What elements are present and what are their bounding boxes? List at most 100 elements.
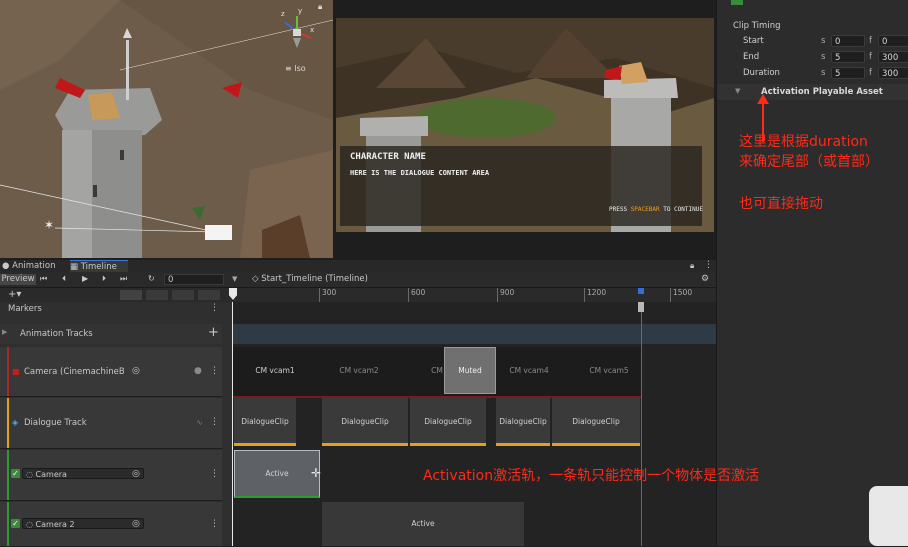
- markers-row[interactable]: Markers ⋮: [0, 302, 222, 318]
- dialogue-track-icon: ◈: [12, 418, 19, 427]
- tab-menu-icon[interactable]: ⋮: [704, 260, 713, 270]
- duration-s-label: s: [821, 68, 826, 78]
- gameobject-icon: ◌: [26, 520, 33, 529]
- activation-asset-label: Activation Playable Asset: [761, 87, 883, 97]
- activation-track-note: Activation激活轨，一条轨只能控制一个物体是否激活: [423, 468, 760, 484]
- game-view[interactable]: CHARACTER NAME HERE IS THE DIALOGUE CONT…: [336, 18, 714, 232]
- track-color-bar: [7, 450, 9, 500]
- track-menu-icon[interactable]: ⋮: [210, 417, 219, 427]
- add-track-to-group-button[interactable]: +: [208, 325, 219, 340]
- binding-target-icon[interactable]: ◎: [132, 519, 140, 529]
- binding-target-icon[interactable]: ◎: [132, 366, 140, 376]
- binding-target-icon[interactable]: ◎: [132, 469, 140, 479]
- cinemachine-clip[interactable]: CM vcam1: [240, 366, 310, 375]
- markers-label: Markers: [8, 304, 42, 314]
- end-seconds-field[interactable]: 5: [831, 51, 865, 63]
- scene-view[interactable]: z y x 🔒︎ ≡ Iso ✶: [0, 0, 333, 258]
- tab-lock-icon[interactable]: 🔒︎: [690, 261, 694, 271]
- dialogue-clip[interactable]: DialogueClip: [410, 398, 486, 446]
- lock-icon[interactable]: 🔒︎: [318, 2, 322, 12]
- track-label-camera: Camera: [35, 470, 67, 479]
- edit-mode-replace-icon[interactable]: [172, 290, 194, 300]
- track-header-camera-2[interactable]: ✓ ◌ Camera 2 ◎ ⋮: [0, 502, 222, 547]
- continue-suffix: TO CONTINUE: [663, 206, 703, 213]
- snap-icon[interactable]: [198, 290, 220, 300]
- cinemachine-clip[interactable]: CM vcam5: [578, 366, 640, 375]
- duration-seconds-field[interactable]: 5: [831, 67, 865, 79]
- goto-start-icon[interactable]: ⏮: [40, 274, 47, 284]
- track-header-camera[interactable]: ✓ ◌ Camera ◎ ⋮: [0, 450, 222, 501]
- animation-tracks-label: Animation Tracks: [20, 329, 93, 339]
- mute-eye-icon[interactable]: ●: [194, 366, 202, 376]
- end-frames-field[interactable]: 300: [878, 51, 908, 63]
- inspector-toggle[interactable]: [731, 0, 743, 5]
- tab-timeline-label: Timeline: [80, 262, 117, 272]
- timeline-settings-icon[interactable]: ⚙: [701, 274, 709, 284]
- dialogue-clip[interactable]: DialogueClip: [552, 398, 640, 446]
- animation-tab-icon: ●: [2, 261, 10, 271]
- preview-button[interactable]: Preview: [0, 274, 36, 285]
- loop-icon[interactable]: ↻: [148, 274, 155, 283]
- track-binding-camera-2[interactable]: ◌ Camera 2: [22, 518, 144, 529]
- cinemachine-clip[interactable]: CM vcam4: [498, 366, 560, 375]
- activation-checkbox[interactable]: ✓: [11, 519, 20, 528]
- video-overlay-logo: [869, 486, 908, 546]
- clip-duration-row: Duration s 5 f 300: [717, 67, 908, 82]
- muted-clip[interactable]: Muted: [444, 347, 496, 394]
- track-color-bar: [7, 502, 9, 546]
- tab-animation[interactable]: ● Animation: [2, 260, 66, 272]
- activation-clip-camera[interactable]: Active: [234, 450, 320, 498]
- tab-animation-label: Animation: [12, 261, 56, 271]
- markers-menu-icon[interactable]: ⋮: [210, 303, 219, 313]
- activation-clip-camera-2[interactable]: Active: [322, 502, 524, 546]
- activation-checkbox[interactable]: ✓: [11, 469, 20, 478]
- track-headers: Markers ⋮ ▶ Animation Tracks + ■ Camera …: [0, 302, 232, 547]
- start-seconds-field[interactable]: 0: [831, 35, 865, 47]
- dialogue-clip[interactable]: DialogueClip: [322, 398, 408, 446]
- play-icon[interactable]: ▶: [82, 274, 88, 283]
- add-track-icon[interactable]: +▾: [8, 289, 21, 300]
- end-marker-top: [638, 288, 644, 294]
- timeline-end-line[interactable]: [641, 302, 642, 546]
- dialogue-clip[interactable]: DialogueClip: [496, 398, 550, 446]
- axis-z-label: z: [281, 10, 285, 18]
- curves-icon[interactable]: ∿: [196, 418, 203, 427]
- timeline-asset-name[interactable]: ◇ Start_Timeline (Timeline): [252, 274, 368, 284]
- activation-asset-foldout[interactable]: ▼ Activation Playable Asset: [717, 84, 908, 100]
- goto-end-icon[interactable]: ⏭: [120, 274, 127, 284]
- animation-tracks-group[interactable]: ▶ Animation Tracks +: [0, 324, 222, 344]
- prev-frame-icon[interactable]: ⏴: [62, 274, 66, 284]
- continue-prefix: PRESS: [609, 206, 628, 213]
- playhead-line[interactable]: [232, 302, 233, 546]
- gameobject-icon: ◌: [26, 470, 33, 479]
- cinemachine-clip[interactable]: CM vcam2: [324, 366, 394, 375]
- track-header-cinemachine[interactable]: ■ Camera (CinemachineB ◎ ● ⋮: [0, 347, 222, 397]
- dialogue-clip[interactable]: DialogueClip: [234, 398, 296, 446]
- track-content-area[interactable]: CM vcam1 CM vcam2 CM Muted CM vcam4 CM v…: [232, 302, 716, 546]
- duration-frames-field[interactable]: 300: [878, 67, 908, 79]
- track-menu-icon[interactable]: ⋮: [210, 366, 219, 376]
- group-foldout-icon[interactable]: ▶: [2, 328, 7, 336]
- foldout-arrow-icon[interactable]: ▼: [735, 87, 740, 95]
- start-frames-field[interactable]: 0: [878, 35, 908, 47]
- asset-dropdown-icon[interactable]: ▼: [232, 275, 237, 283]
- frame-input[interactable]: 0: [164, 274, 224, 285]
- resize-cursor-icon: ✛: [311, 466, 322, 480]
- character-name-text: CHARACTER NAME: [350, 152, 426, 162]
- clip-start-row: Start s 0 f 0: [717, 35, 908, 50]
- iso-projection-label[interactable]: ≡ Iso: [285, 64, 306, 73]
- track-menu-icon[interactable]: ⋮: [210, 519, 219, 529]
- end-label: End: [743, 52, 760, 62]
- duration-f-label: f: [869, 68, 872, 78]
- timeline-tab-icon: ▦: [70, 262, 79, 272]
- edit-mode-mix-icon[interactable]: [146, 290, 168, 300]
- cinemachine-clip[interactable]: CM: [430, 366, 444, 375]
- light-icon: ✶: [44, 218, 55, 232]
- track-menu-icon[interactable]: ⋮: [210, 469, 219, 479]
- track-binding-camera[interactable]: ◌ Camera: [22, 468, 144, 479]
- continue-key: SPACEBAR: [630, 206, 660, 213]
- track-header-dialogue[interactable]: ◈ Dialogue Track ∿ ⋮: [0, 398, 222, 449]
- next-frame-icon[interactable]: ⏵: [102, 274, 106, 284]
- end-marker-handle[interactable]: [638, 302, 644, 312]
- edit-mode-ripple-icon[interactable]: [120, 290, 142, 300]
